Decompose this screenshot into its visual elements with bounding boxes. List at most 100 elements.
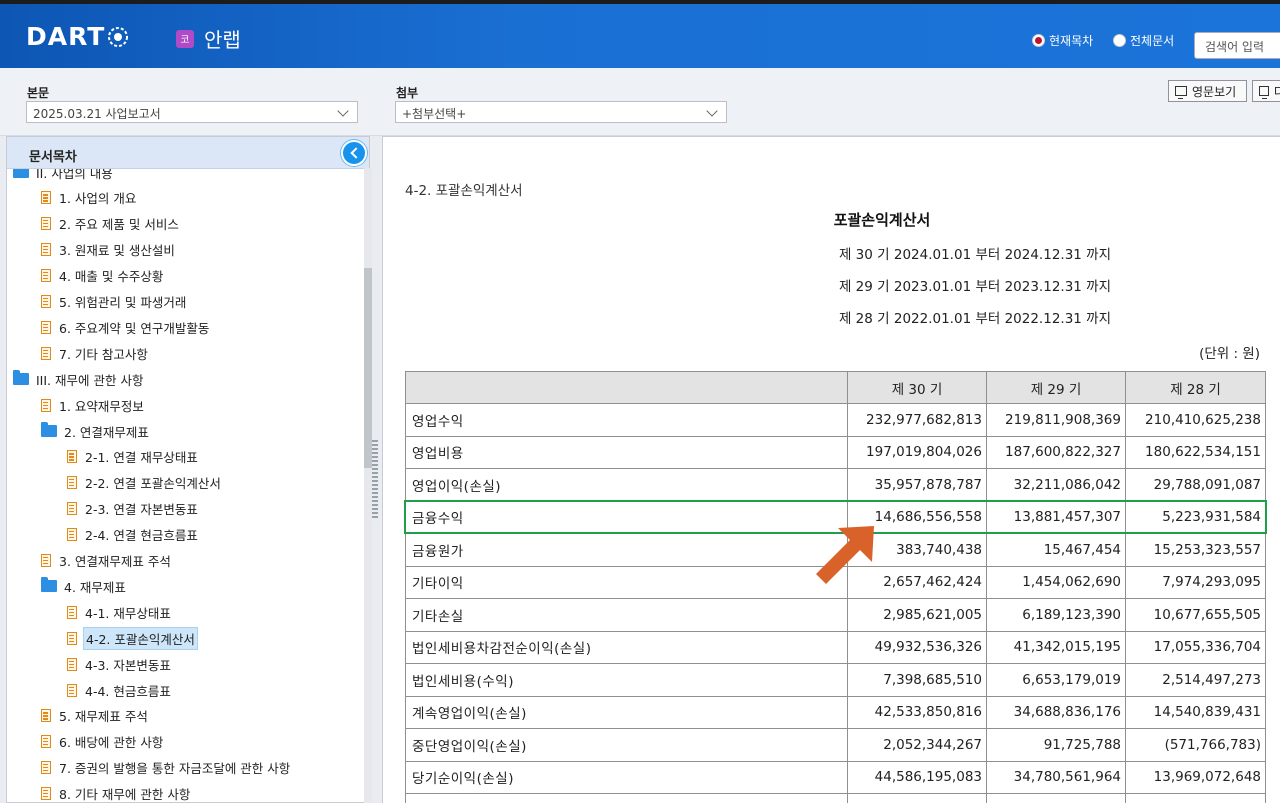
toc-item[interactable]: 4-2. 포괄손익계산서 — [67, 626, 198, 650]
amount-cell: 10,677,655,505 — [1125, 598, 1266, 632]
radio-full-indicator[interactable] — [1113, 34, 1126, 47]
table-row — [405, 793, 1266, 803]
toc-item[interactable]: 5. 재무제표 주석 — [41, 706, 150, 726]
table-row: 중단영업이익(손실) 2,052,344,267 91,725,788 (571,76… — [405, 728, 1266, 762]
toc-item[interactable]: 2-2. 연결 포괄손익계산서 — [67, 473, 223, 493]
toc-item[interactable]: 4-3. 자본변동표 — [67, 654, 173, 674]
amount-cell: 44,586,195,083 — [847, 760, 987, 794]
folder-icon — [13, 169, 29, 178]
period-line: 제 30 기 2024.01.01 부터 2024.12.31 까지 — [838, 247, 1112, 263]
toc-item[interactable]: 1. 요약재무정보 — [41, 395, 146, 415]
account-cell: 중단영업이익(손실) — [405, 728, 848, 762]
toc-item-label: 6. 주요계약 및 연구개발활동 — [59, 320, 210, 336]
document-icon — [67, 450, 77, 464]
amount-cell: (571,766,783) — [1125, 728, 1266, 762]
document-icon — [41, 269, 51, 283]
account-cell: 기타이익 — [405, 565, 848, 599]
document-icon — [67, 631, 77, 645]
toc-item[interactable]: 4-1. 재무상태표 — [67, 602, 173, 622]
toc-item[interactable]: 8. 기타 재무에 관한 사항 — [41, 784, 192, 802]
amount-cell: 15,467,454 — [986, 533, 1126, 567]
document-icon — [67, 476, 77, 490]
amount-cell: 1,454,062,690 — [986, 565, 1126, 599]
search-input[interactable]: 검색어 입력 — [1194, 32, 1280, 59]
amount-cell: 6,189,123,390 — [986, 598, 1126, 632]
document-icon — [41, 761, 51, 775]
document-icon — [67, 528, 77, 542]
section-title: 4-2. 포괄손익계산서 — [405, 183, 523, 199]
document-icon — [41, 554, 51, 567]
account-cell: 금융수익 — [405, 500, 848, 534]
amount-cell: 41,342,015,195 — [986, 630, 1126, 664]
folder-icon — [41, 577, 57, 593]
toc-scrollbar[interactable] — [364, 168, 372, 803]
toc-item[interactable]: 7. 기타 참고사항 — [41, 343, 150, 363]
toc-item[interactable]: 6. 주요계약 및 연구개발활동 — [41, 317, 211, 337]
document-icon — [41, 295, 51, 308]
toc-item[interactable]: 7. 증권의 발행을 통한 자금조달에 관한 사항 — [41, 758, 292, 778]
toc-scroll-thumb[interactable] — [364, 268, 372, 468]
toc-item[interactable]: 5. 위험관리 및 파생거래 — [41, 292, 188, 312]
attach-select[interactable]: +첨부선택+ — [395, 101, 727, 123]
table-row: 계속영업이익(손실) 42,533,850,816 34,688,836,176 14… — [405, 695, 1266, 729]
toc-item[interactable]: 4-4. 현금흐름표 — [67, 680, 173, 700]
chevron-down-icon — [337, 105, 349, 117]
amount-cell: 2,052,344,267 — [847, 728, 987, 762]
radio-current-toc[interactable]: 현재목차 — [1032, 32, 1093, 49]
statement-title: 포괄손익계산서 — [833, 211, 931, 229]
document-icon — [41, 709, 51, 723]
toc-item[interactable]: 2. 주요 제품 및 서비스 — [41, 214, 181, 234]
company-name: 안랩 — [204, 28, 241, 52]
toc-item-label: II. 사업의 내용 — [36, 169, 113, 181]
toc-item-label: 6. 배당에 관한 사항 — [59, 735, 164, 751]
toc-item[interactable]: 3. 원재료 및 생산설비 — [41, 240, 177, 260]
main-doc-select[interactable]: 2025.03.21 사업보고서 — [26, 101, 358, 123]
toc-item[interactable]: 1. 사업의 개요 — [41, 188, 138, 208]
toc-item[interactable]: 4. 재무제표 — [41, 576, 128, 596]
toc-item-label: 4-2. 포괄손익계산서 — [83, 626, 198, 650]
toc-item[interactable]: III. 재무에 관한 사항 — [13, 369, 145, 389]
radio-current-label: 현재목차 — [1049, 34, 1094, 48]
amount-cell: 32,211,086,042 — [986, 468, 1126, 502]
toc-item[interactable]: 3. 연결재무제표 주석 — [41, 551, 173, 571]
company-badge: 코 — [176, 29, 194, 48]
extra-toolbar-button[interactable]: 다 — [1252, 80, 1280, 102]
dart-logo[interactable]: DART — [26, 22, 129, 51]
amount-cell: 13,881,457,307 — [986, 500, 1126, 534]
extra-button-label: 다 — [1274, 83, 1280, 100]
collapse-sidebar-button[interactable] — [341, 140, 367, 166]
toc-item[interactable]: 2-3. 연결 자본변동표 — [67, 499, 200, 519]
radio-current-indicator[interactable] — [1032, 34, 1045, 47]
toc-item[interactable]: 6. 배당에 관한 사항 — [41, 732, 165, 752]
account-cell: 법인세비용차감전순이익(손실) — [405, 630, 848, 664]
toc-item[interactable]: 2-1. 연결 재무상태표 — [67, 447, 200, 467]
monitor-icon — [1175, 86, 1187, 99]
amount-cell: 210,410,625,238 — [1125, 403, 1266, 437]
table-row: 영업수익 232,977,682,813 219,811,908,369 210,41… — [405, 403, 1266, 437]
amount-cell: 29,788,091,087 — [1125, 468, 1266, 502]
toc-item[interactable]: 4. 매출 및 수주상황 — [41, 266, 165, 286]
amount-cell: 232,977,682,813 — [847, 403, 987, 437]
document-icon — [41, 217, 51, 231]
document-icon — [41, 787, 51, 801]
amount-cell: 187,600,822,327 — [986, 435, 1126, 469]
document-icon — [41, 735, 51, 749]
toc-item-label: 2-1. 연결 재무상태표 — [85, 450, 198, 466]
radio-full-label: 전체문서 — [1130, 34, 1175, 48]
toc-item[interactable]: 2-4. 연결 현금흐름표 — [67, 525, 200, 545]
toc-tree: II. 사업의 내용 1. 사업의 개요 2. 주요 제품 및 서비스 3. 원재료 … — [7, 169, 361, 802]
english-view-button[interactable]: 영문보기 — [1168, 80, 1247, 102]
amount-cell: 91,725,788 — [986, 728, 1126, 762]
radio-full-document[interactable]: 전체문서 — [1113, 32, 1174, 49]
toc-item-label: 7. 기타 참고사항 — [59, 346, 148, 362]
attach-label: 첨부 — [396, 86, 419, 100]
panel-resize-handle[interactable] — [372, 440, 378, 520]
document-icon — [41, 243, 51, 257]
amount-cell: 2,514,497,273 — [1125, 663, 1266, 697]
document-icon — [41, 398, 51, 412]
toc-item[interactable]: II. 사업의 내용 — [13, 169, 115, 182]
account-cell: 영업비용 — [405, 435, 848, 469]
toc-item-label: 7. 증권의 발행을 통한 자금조달에 관한 사항 — [59, 761, 291, 777]
toc-item[interactable]: 2. 연결재무제표 — [41, 421, 151, 441]
amount-cell: 7,974,293,095 — [1125, 565, 1266, 599]
